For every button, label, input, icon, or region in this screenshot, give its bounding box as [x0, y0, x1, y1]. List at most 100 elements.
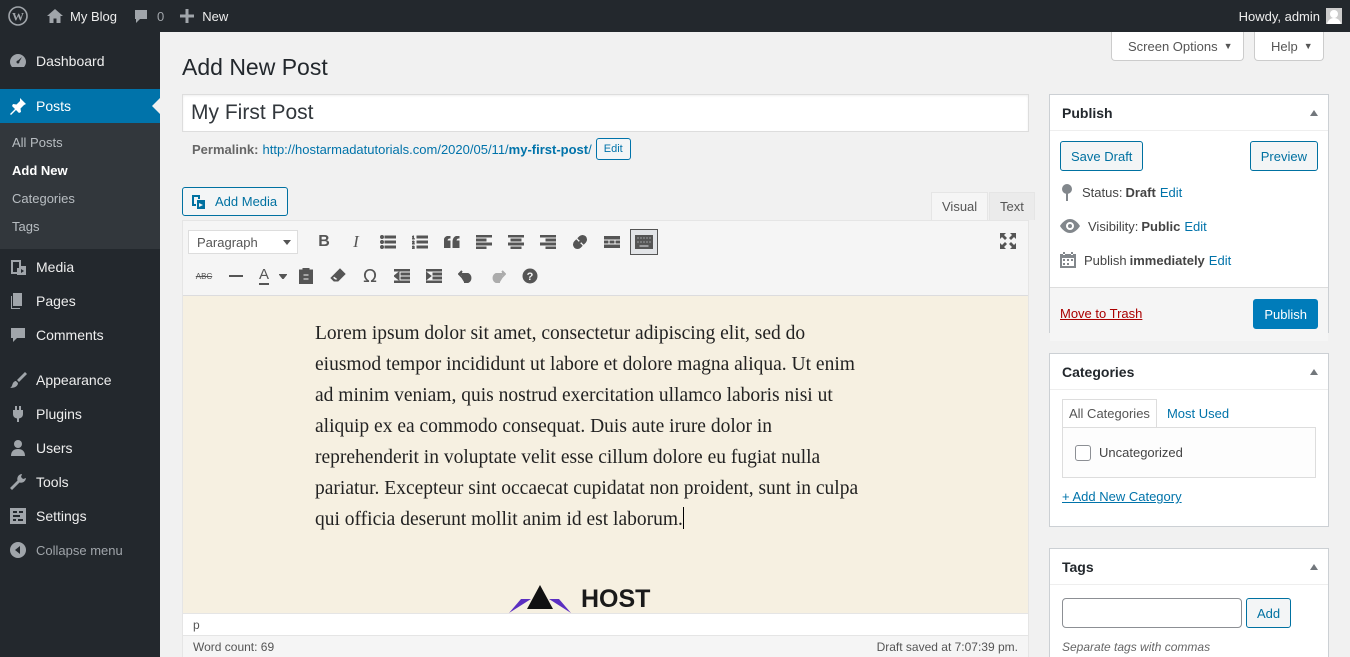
save-draft-button[interactable]: Save Draft: [1060, 141, 1144, 171]
new-label: New: [202, 8, 229, 24]
paste-text-icon[interactable]: [290, 262, 322, 290]
horizontal-line-icon[interactable]: [220, 262, 252, 290]
toolbar-toggle-icon[interactable]: [630, 229, 658, 255]
menu-label-pages: Pages: [36, 293, 76, 309]
text-color-icon[interactable]: A: [252, 262, 276, 290]
clear-formatting-icon[interactable]: [322, 262, 354, 290]
tab-text[interactable]: Text: [989, 192, 1035, 220]
menu-item-pages[interactable]: Pages: [0, 284, 160, 318]
undo-icon[interactable]: [450, 262, 482, 290]
users-icon: [8, 438, 28, 458]
menu-label-media: Media: [36, 259, 75, 275]
avatar: [1326, 8, 1342, 24]
comments-icon: [8, 325, 28, 345]
element-path[interactable]: p: [193, 618, 200, 632]
move-to-trash-link[interactable]: Move to Trash: [1060, 306, 1142, 321]
special-character-icon[interactable]: Ω: [354, 262, 386, 290]
menu-item-comments[interactable]: Comments: [0, 318, 160, 352]
bold-icon[interactable]: B: [308, 228, 340, 256]
blockquote-icon[interactable]: [436, 228, 468, 256]
align-center-icon[interactable]: [500, 228, 532, 256]
post-content-paragraph[interactable]: Lorem ipsum dolor sit amet, consectetur …: [315, 318, 875, 535]
submenu-tags[interactable]: Tags: [0, 213, 160, 241]
fullscreen-icon[interactable]: [998, 231, 1018, 251]
new-content-link[interactable]: New: [172, 0, 236, 32]
submenu-add-new[interactable]: Add New: [0, 157, 160, 185]
add-media-button[interactable]: Add Media: [182, 187, 289, 216]
category-checkbox[interactable]: [1075, 444, 1091, 461]
post-title-input[interactable]: My First Post: [182, 94, 1029, 132]
outdent-icon[interactable]: [386, 262, 418, 290]
format-select[interactable]: Paragraph: [188, 230, 298, 254]
text-color-caret-icon[interactable]: [276, 262, 290, 290]
comments-link[interactable]: 0: [125, 0, 172, 32]
pushpin-icon: [8, 96, 28, 116]
tag-input[interactable]: [1062, 598, 1242, 628]
publish-time-label: Publish: [1084, 252, 1127, 268]
categories-box-header[interactable]: Categories: [1050, 354, 1328, 390]
tab-all-categories[interactable]: All Categories: [1062, 399, 1157, 427]
read-more-icon[interactable]: [596, 228, 628, 256]
publish-box: Publish Save Draft Preview Status: Draft…: [1049, 94, 1329, 341]
menu-item-posts[interactable]: Posts: [0, 89, 160, 123]
media-icon: [8, 257, 28, 277]
submenu-all-posts[interactable]: All Posts: [0, 129, 160, 157]
italic-icon[interactable]: I: [340, 228, 372, 256]
editor-content-area[interactable]: Lorem ipsum dolor sit amet, consectetur …: [183, 296, 1028, 613]
visibility-row: Visibility: Public Edit: [1050, 209, 1328, 243]
menu-item-appearance[interactable]: Appearance: [0, 363, 160, 397]
publish-actions-top: Save Draft Preview: [1050, 131, 1328, 171]
post-content-text: Lorem ipsum dolor sit amet, consectetur …: [315, 323, 859, 530]
collapse-menu-button[interactable]: Collapse menu: [0, 533, 160, 567]
collapse-toggle-icon[interactable]: [1310, 564, 1318, 570]
keyboard-shortcuts-help-icon[interactable]: ?: [514, 262, 546, 290]
permalink-url: http://hostarmadatutorials.com/2020/05/1…: [262, 141, 509, 157]
redo-icon[interactable]: [482, 262, 514, 290]
add-tag-button[interactable]: Add: [1246, 598, 1292, 628]
bullet-list-icon[interactable]: [372, 228, 404, 256]
menu-item-users[interactable]: Users: [0, 431, 160, 465]
publish-button[interactable]: Publish: [1253, 299, 1318, 329]
logo-text: HOST: [581, 585, 651, 613]
add-new-category-link[interactable]: + Add New Category: [1062, 489, 1316, 504]
menu-item-media[interactable]: Media: [0, 250, 160, 284]
indent-icon[interactable]: [418, 262, 450, 290]
publish-time-value: immediately: [1129, 252, 1205, 268]
collapse-toggle-icon[interactable]: [1310, 369, 1318, 375]
tab-visual[interactable]: Visual: [931, 192, 989, 220]
submenu-categories[interactable]: Categories: [0, 185, 160, 213]
plug-icon: [8, 404, 28, 424]
post-editor: Paragraph B I 123 ABC A Ω ? Lorem ipsum …: [182, 220, 1029, 657]
align-right-icon[interactable]: [532, 228, 564, 256]
tab-most-used[interactable]: Most Used: [1157, 399, 1235, 427]
publish-box-header[interactable]: Publish: [1050, 95, 1328, 131]
screen-options-button[interactable]: Screen Options ▼: [1111, 32, 1244, 61]
strikethrough-icon[interactable]: ABC: [188, 262, 220, 290]
edit-publish-time-link[interactable]: Edit: [1209, 253, 1231, 268]
menu-item-settings[interactable]: Settings: [0, 499, 160, 533]
menu-label-comments: Comments: [36, 327, 104, 343]
collapse-toggle-icon[interactable]: [1310, 110, 1318, 116]
site-name-link[interactable]: My Blog: [38, 0, 125, 32]
dashboard-gauge-icon: [8, 51, 28, 71]
menu-item-tools[interactable]: Tools: [0, 465, 160, 499]
tags-box: Tags Add Separate tags with commas: [1049, 548, 1329, 657]
menu-item-plugins[interactable]: Plugins: [0, 397, 160, 431]
help-button[interactable]: Help ▼: [1254, 32, 1324, 61]
wordpress-logo-icon[interactable]: W: [0, 0, 38, 32]
preview-button[interactable]: Preview: [1249, 141, 1318, 171]
numbered-list-icon[interactable]: 123: [404, 228, 436, 256]
category-tabs: All Categories Most Used: [1062, 399, 1316, 427]
my-account-link[interactable]: Howdy, admin: [1231, 0, 1350, 32]
edit-status-link[interactable]: Edit: [1160, 185, 1182, 200]
tags-box-header[interactable]: Tags: [1050, 549, 1328, 585]
tag-hint: Separate tags with commas: [1062, 640, 1211, 654]
edit-visibility-link[interactable]: Edit: [1184, 219, 1206, 234]
permalink-link[interactable]: http://hostarmadatutorials.com/2020/05/1…: [262, 142, 591, 157]
link-icon[interactable]: [564, 228, 596, 256]
align-left-icon[interactable]: [468, 228, 500, 256]
edit-permalink-button[interactable]: Edit: [595, 138, 631, 160]
tags-box-title: Tags: [1062, 558, 1094, 575]
menu-item-dashboard[interactable]: Dashboard: [0, 44, 160, 78]
publish-actions-bottom: Move to Trash Publish: [1050, 287, 1328, 341]
